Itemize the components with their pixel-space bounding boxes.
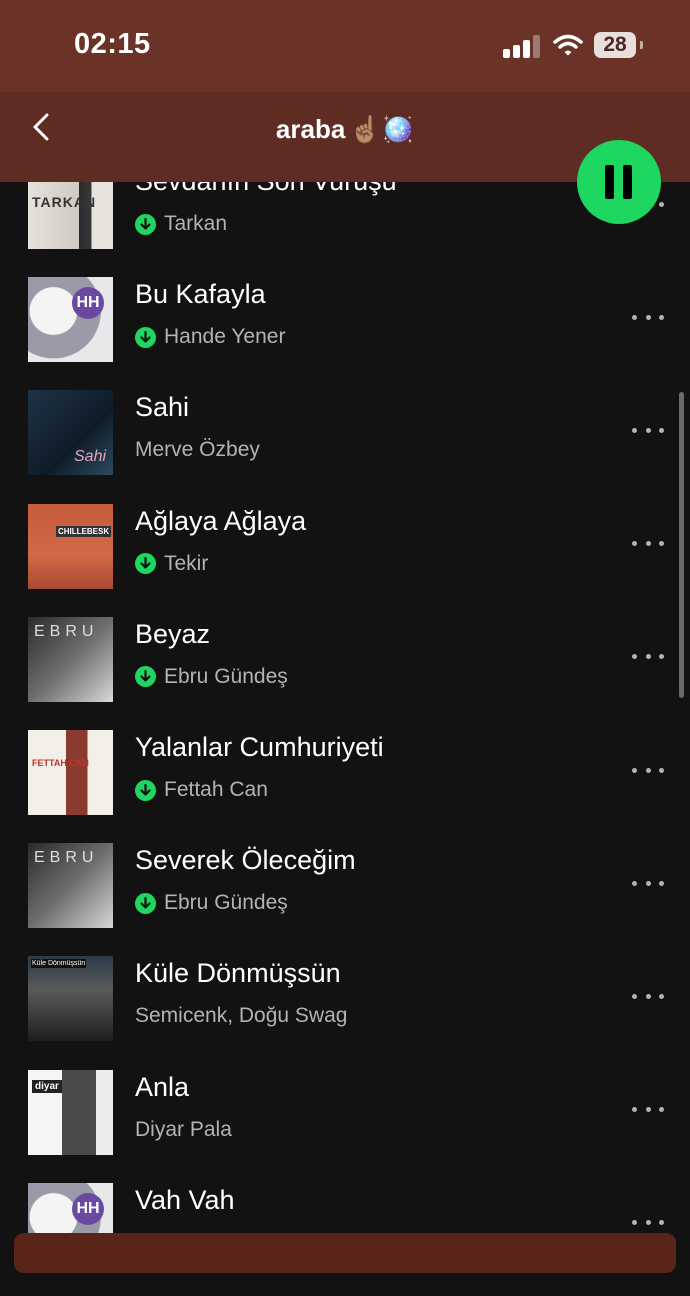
track-artist: Tarkan [164,212,228,235]
page-title: araba ☝🏽🪩 [0,114,690,145]
more-options-button[interactable] [632,420,664,440]
album-cover: CHILLEBESK [28,503,113,589]
track-artist: Ebru Gündeş [164,664,288,688]
track-row[interactable]: CHILLEBESK Ağlaya Ağlaya Tekir [0,503,690,617]
track-title: Severek Öleceğim [135,845,356,876]
status-time: 02:15 [74,28,151,60]
wifi-icon [553,33,583,57]
track-title: Ağlaya Ağlaya [135,505,307,536]
playlist-emoji: ☝🏽🪩 [349,114,415,144]
track-artist: Fettah Can [164,778,268,801]
track-artist-line: Tekir [135,552,208,576]
playlist-name: araba [275,114,346,144]
track-artist: Tekir [164,551,209,575]
album-cover: EBRU [28,843,113,929]
track-artist-line: Hande Yener [135,325,285,349]
status-bar: 02:15 28 [0,0,690,92]
album-cover: diyar [28,1069,113,1155]
track-row[interactable]: diyar Anla Diyar Pala [0,1069,690,1183]
track-title: Anla [135,1071,190,1102]
cover-text: EBRU [34,622,99,640]
track-artist-line: Tarkan [135,212,227,236]
track-row[interactable]: EBRU Severek Öleceğim Ebru Gündeş [0,843,690,956]
album-cover: HH [28,277,113,363]
album-cover: FETTAH CAN [28,730,113,815]
downloaded-icon [135,779,156,801]
track-title: Beyaz [135,618,211,649]
more-options-button[interactable] [632,1213,664,1233]
track-artist-line: Ebru Gündeş [135,665,288,689]
downloaded-icon [135,213,156,235]
downloaded-icon [135,892,156,914]
scrollbar[interactable] [679,392,684,698]
downloaded-icon [135,666,156,688]
cover-text: HH [72,1192,104,1225]
track-title: Yalanlar Cumhuriyeti [135,732,384,762]
track-title: Küle Dönmüşsün [135,958,341,989]
more-options-button[interactable] [632,307,664,327]
track-artist-line: Merve Özbey [135,438,260,462]
track-artist-line: Diyar Pala [135,1118,232,1142]
track-row[interactable]: EBRU Beyaz Ebru Gündeş [0,616,690,730]
album-cover: EBRU [28,616,113,702]
track-artist: Semicenk, Doğu Swag [135,1004,348,1028]
cover-text: diyar [32,1079,62,1093]
cellular-signal-icon [503,34,543,58]
downloaded-icon [135,553,156,575]
more-options-button[interactable] [632,534,664,554]
track-title: Sahi [135,392,190,423]
cover-text: Küle Dönmüşsün [31,959,87,969]
pause-icon [605,165,614,199]
track-artist-line: Semicenk, Doğu Swag [135,1004,347,1028]
more-options-button[interactable] [632,986,664,1006]
track-title: Vah Vah [135,1184,235,1215]
downloaded-icon [135,326,156,348]
more-options-button[interactable] [632,1100,664,1120]
more-options-button[interactable] [632,760,664,780]
track-row[interactable]: HH Bu Kafayla Hande Yener [0,277,690,390]
battery-level: 28 [594,32,636,58]
pause-button[interactable] [577,140,661,224]
album-cover: Küle Dönmüşsün [28,956,113,1042]
cover-text: CHILLEBESK [56,525,112,537]
track-row[interactable]: Küle Dönmüşsün Küle Dönmüşsün Semicenk, … [0,956,690,1069]
track-row[interactable]: Sahi Sahi Merve Özbey [0,390,690,503]
cover-text: Sahi [74,448,107,466]
cover-text: HH [72,287,104,320]
cover-text: EBRU [34,849,99,867]
track-artist-line: Fettah Can [135,778,268,802]
track-artist-line: Ebru Gündeş [135,891,288,915]
mini-player[interactable] [14,1233,676,1273]
battery-icon: 28 [594,32,643,58]
more-options-button[interactable] [632,647,664,667]
cover-text: FETTAH CAN [32,758,89,768]
track-artist: Hande Yener [164,325,286,349]
track-row[interactable]: FETTAH CAN Yalanlar Cumhuriyeti Fettah C… [0,730,690,843]
more-options-button[interactable] [632,873,664,893]
track-artist: Merve Özbey [135,438,260,462]
track-artist: Diyar Pala [135,1117,232,1141]
album-cover: Sahi [28,390,113,476]
track-artist: Ebru Gündeş [164,891,288,915]
track-title: Bu Kafayla [135,279,266,310]
cover-text: TARKAN [32,194,97,210]
